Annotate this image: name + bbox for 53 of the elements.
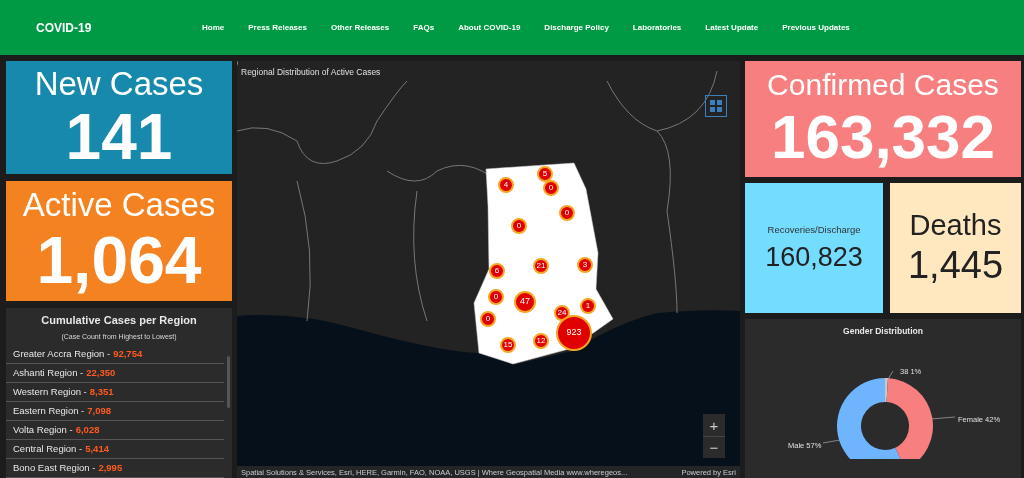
leader-line (822, 439, 841, 444)
card-value: 1,064 (36, 224, 202, 296)
nav-link[interactable]: Laboratories (632, 21, 682, 34)
region-name: Volta Region - (13, 422, 73, 437)
brand-title: COVID-19 (36, 19, 93, 37)
nav-link[interactable]: Press Releases (248, 21, 307, 34)
region-name: Bono East Region - (13, 460, 96, 475)
card-title: Active Cases (22, 186, 216, 224)
case-count: 7,098 (87, 403, 112, 418)
nav-link[interactable]: Discharge Policy (544, 21, 609, 34)
nav-link[interactable]: Other Releases (330, 21, 390, 34)
region-row[interactable]: Greater Accra Region - 92,754 (6, 345, 224, 364)
case-count: 8,351 (89, 384, 114, 399)
case-count: 6,028 (75, 422, 100, 437)
region-row[interactable]: Eastern Region - 7,098 (6, 402, 224, 421)
region-row[interactable]: Volta Region - 6,028 (6, 421, 224, 440)
region-name: Greater Accra Region - (13, 346, 111, 361)
region-name: Ashanti Region - (13, 365, 84, 380)
region-row[interactable]: Bono East Region - 2,995 (6, 459, 224, 478)
card-value: 141 (65, 102, 173, 171)
card-title: Recoveries/Discharge (767, 222, 861, 237)
region-row[interactable]: Central Region - 5,414 (6, 440, 224, 459)
card-title: Confirmed Cases (767, 67, 999, 103)
region-row[interactable]: Western Region - 8,351 (6, 383, 224, 402)
card-value: 1,445 (907, 243, 1004, 288)
nav-link[interactable]: Home (202, 21, 225, 34)
card-title: New Cases (34, 64, 204, 103)
region-name: Eastern Region - (13, 403, 85, 418)
case-count: 2,995 (98, 460, 123, 475)
panel-title: Cumulative Cases per Region (40, 313, 198, 328)
nav-link[interactable]: Previous Updates (782, 21, 850, 34)
card-title: Deaths (909, 208, 1002, 242)
leader-line (887, 370, 894, 380)
nav-link[interactable]: Latest Update (705, 21, 759, 34)
case-count: 22,350 (86, 365, 116, 380)
nav-link[interactable]: About COVID-19 (458, 21, 521, 34)
zoom-out-button[interactable]: − (703, 436, 725, 458)
leader-line (930, 416, 956, 420)
nav-link[interactable]: FAQs (413, 21, 435, 34)
case-count: 5,414 (85, 441, 109, 456)
donut-slice[interactable] (886, 378, 933, 459)
donut-slice[interactable] (885, 378, 888, 403)
chart-title: Gender Distribution (842, 325, 924, 338)
zoom-in-button[interactable]: + (703, 414, 725, 436)
region-row[interactable]: Ashanti Region - 22,350 (6, 364, 224, 383)
map-title: Regional Distribution of Active Cases (241, 66, 381, 79)
region-name: Central Region - (13, 441, 83, 456)
basemap-gallery-icon[interactable] (705, 95, 727, 117)
case-count: 92,754 (113, 346, 143, 361)
scrollbar[interactable] (227, 356, 230, 408)
region-name: Western Region - (13, 384, 87, 399)
card-value: 163,332 (770, 103, 996, 171)
card-value: 160,823 (765, 241, 863, 274)
